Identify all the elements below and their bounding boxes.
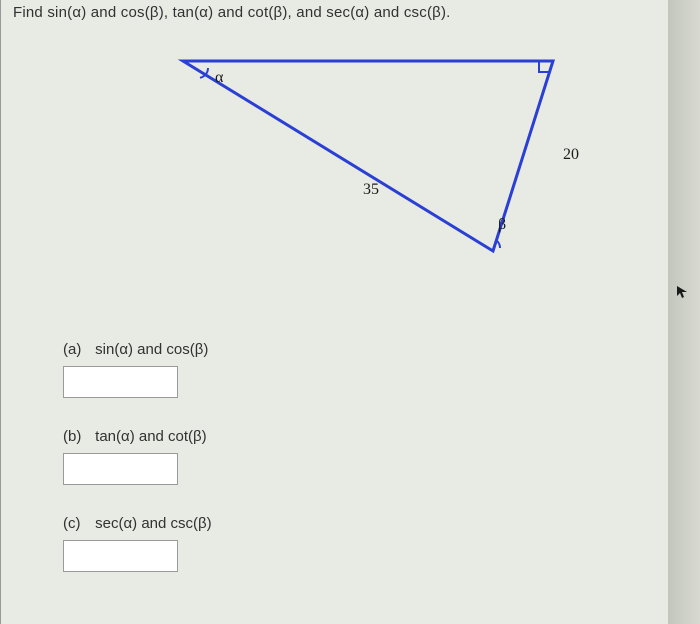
part-c: (c) sec(α) and csc(β) <box>63 515 670 572</box>
part-a-letter: (a) <box>63 341 91 358</box>
hypotenuse-label: 35 <box>363 181 379 199</box>
part-c-text: sec(α) and csc(β) <box>95 515 211 532</box>
part-b-letter: (b) <box>63 428 91 445</box>
part-c-label: (c) sec(α) and csc(β) <box>63 515 670 532</box>
right-angle-marker <box>538 61 550 73</box>
worksheet-page: Find sin(α) and cos(β), tan(α) and cot(β… <box>0 0 670 624</box>
question-text: Find sin(α) and cos(β), tan(α) and cot(β… <box>13 4 670 21</box>
cursor-icon <box>676 285 690 299</box>
page-edge-shadow <box>668 0 700 624</box>
part-b-label: (b) tan(α) and cot(β) <box>63 428 670 445</box>
alpha-label: α <box>215 69 223 87</box>
parts-list: (a) sin(α) and cos(β) (b) tan(α) and cot… <box>63 341 670 572</box>
answer-input-b[interactable] <box>63 453 178 485</box>
part-a-text: sin(α) and cos(β) <box>95 341 208 358</box>
part-a-label: (a) sin(α) and cos(β) <box>63 341 670 358</box>
side-label: 20 <box>563 146 579 164</box>
part-b: (b) tan(α) and cot(β) <box>63 428 670 485</box>
answer-input-a[interactable] <box>63 366 178 398</box>
part-a: (a) sin(α) and cos(β) <box>63 341 670 398</box>
beta-label: β <box>498 216 506 234</box>
part-c-letter: (c) <box>63 515 91 532</box>
answer-input-c[interactable] <box>63 540 178 572</box>
part-b-text: tan(α) and cot(β) <box>95 428 207 445</box>
triangle-diagram: α β 35 20 <box>143 51 643 301</box>
